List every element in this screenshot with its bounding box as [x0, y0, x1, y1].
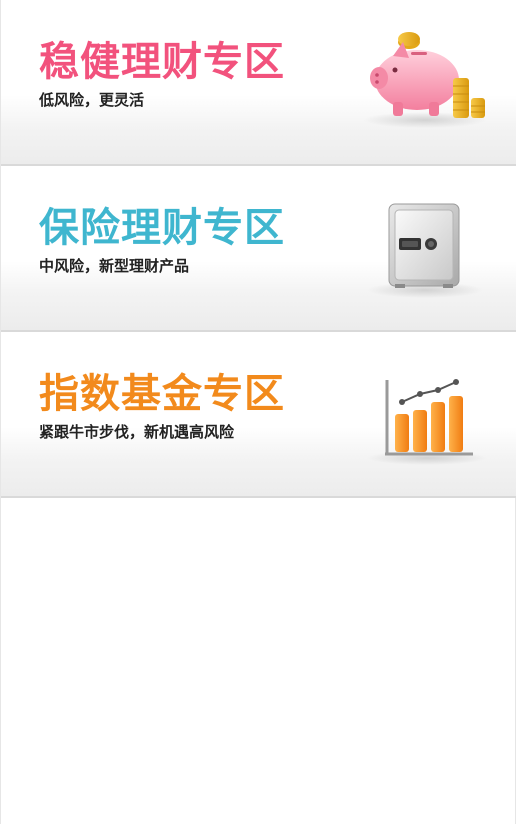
zone-card-insurance[interactable]: 保险理财专区 中风险，新型理财产品: [1, 166, 516, 332]
zone-title: 保险理财专区: [39, 205, 285, 251]
bar-chart-icon: [355, 352, 495, 472]
zone-subtitle: 低风险，更灵活: [39, 91, 145, 109]
safe-icon: [355, 186, 495, 306]
zone-subtitle: 紧跟牛市步伐，新机遇高风险: [39, 423, 235, 441]
piggy-bank-icon: [355, 20, 495, 140]
zone-card-index-fund[interactable]: 指数基金专区 紧跟牛市步伐，新机遇高风险: [1, 332, 516, 498]
zone-card-stable[interactable]: 稳健理财专区 低风险，更灵活: [1, 0, 516, 166]
page: 稳健理财专区 低风险，更灵活 保险理财专区 中风险，新型理财产品 指数基金专区 …: [0, 0, 516, 824]
zone-title: 指数基金专区: [39, 371, 285, 417]
zone-title: 稳健理财专区: [39, 39, 285, 85]
zone-subtitle: 中风险，新型理财产品: [39, 257, 190, 275]
